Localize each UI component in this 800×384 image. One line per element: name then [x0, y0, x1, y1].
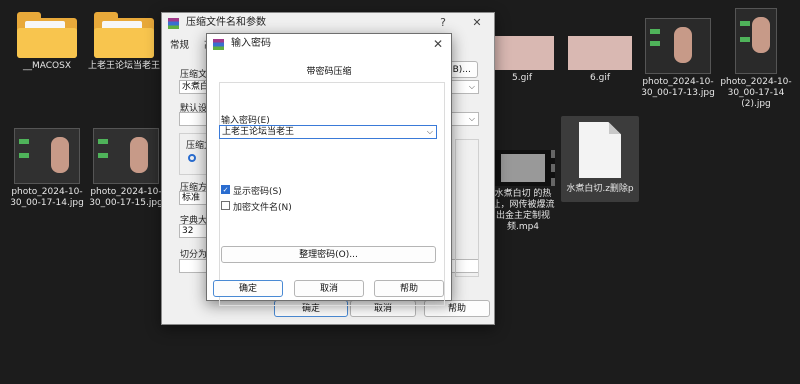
desktop-icon-photo-13[interactable]: photo_2024-10-30_00-17-13.jpg [640, 18, 716, 99]
close-icon[interactable]: ✕ [466, 13, 488, 33]
password-ok-button[interactable]: 确定 [213, 280, 283, 297]
password-cancel-button[interactable]: 取消 [294, 280, 364, 297]
password-dialog: 输入密码 ✕ 带密码压缩 输入密码(E) 上老王论坛当老王 ⌵ ✓ 显示密码(S… [206, 33, 452, 306]
desktop-icon-video-mp4[interactable]: 水煮白切 的热 让，网传被爆流 出金主定制视频.mp4 [486, 150, 560, 233]
help-icon[interactable]: ? [432, 13, 454, 33]
image-thumbnail [645, 18, 711, 74]
password-heading: 带密码压缩 [306, 67, 352, 77]
image-thumbnail [735, 8, 777, 74]
desktop-icon-label: photo_2024-10-30_00-17-15.jpg [89, 187, 163, 208]
desktop-icon-label: photo_2024-10-30_00-17-14 (2).jpg [720, 77, 792, 109]
desktop-icon-folder-laowang[interactable]: 上老王论坛当老王 [86, 12, 162, 72]
video-thumbnail [491, 150, 555, 186]
desktop-icon-label: 水煮白切 的热 让，网传被爆流 出金主定制视频.mp4 [491, 189, 555, 232]
image-thumbnail [490, 36, 554, 70]
desktop-icon-macosx[interactable]: __MACOSX [9, 12, 85, 72]
password-input[interactable]: 上老王论坛当老王 ⌵ [219, 125, 437, 139]
password-help-button[interactable]: 帮助 [374, 280, 444, 297]
options-panel [455, 139, 479, 277]
desktop-icon-label: 5.gif [512, 73, 532, 83]
encrypt-filenames-checkbox[interactable] [221, 201, 230, 210]
chevron-down-icon: ⌵ [468, 82, 475, 91]
folder-icon [94, 12, 154, 58]
winrar-icon [168, 18, 179, 29]
folder-icon [17, 12, 77, 58]
password-dialog-titlebar: 输入密码 ✕ [207, 34, 451, 54]
archive-dialog-title: 压缩文件名和参数 [186, 17, 266, 28]
desktop-icon-label: 6.gif [590, 73, 610, 83]
desktop-icon-label: 上老王论坛当老王 [87, 61, 160, 71]
desktop-icon-zip-file[interactable]: 水煮白切.z删除p [561, 122, 639, 195]
chevron-down-icon: ⌵ [426, 127, 433, 136]
desktop-icon-photo-15[interactable]: photo_2024-10-30_00-17-15.jpg [88, 128, 164, 209]
encrypt-filenames-label: 加密文件名(N) [233, 203, 292, 213]
desktop-icon-6gif[interactable]: 6.gif [562, 36, 638, 84]
password-dialog-title: 输入密码 [231, 38, 271, 49]
image-thumbnail [93, 128, 159, 184]
tab-general[interactable]: 常规 [170, 40, 189, 51]
image-thumbnail [568, 36, 632, 70]
winrar-icon [213, 39, 224, 50]
show-password-checkbox[interactable]: ✓ [221, 185, 230, 194]
image-thumbnail [14, 128, 80, 184]
show-password-label: 显示密码(S) [233, 187, 282, 197]
organize-passwords-button[interactable]: 整理密码(O)... [221, 246, 436, 263]
desktop-icon-label: photo_2024-10-30_00-17-14.jpg [10, 187, 84, 208]
format-radio[interactable] [188, 154, 196, 162]
close-icon[interactable]: ✕ [427, 34, 449, 54]
desktop-icon-label: photo_2024-10-30_00-17-13.jpg [641, 77, 715, 98]
archive-dialog-titlebar: 压缩文件名和参数 ? ✕ [162, 13, 494, 33]
desktop-icon-photo-14[interactable]: photo_2024-10-30_00-17-14.jpg [9, 128, 85, 209]
desktop-icon-photo-14-2[interactable]: photo_2024-10-30_00-17-14 (2).jpg [718, 8, 794, 110]
chevron-down-icon: ⌵ [468, 114, 475, 123]
desktop-icon-label: 水煮白切.z删除p [566, 184, 634, 194]
desktop-icon-5gif[interactable]: 5.gif [484, 36, 560, 84]
document-icon [579, 122, 621, 178]
desktop-icon-label: __MACOSX [22, 61, 71, 71]
